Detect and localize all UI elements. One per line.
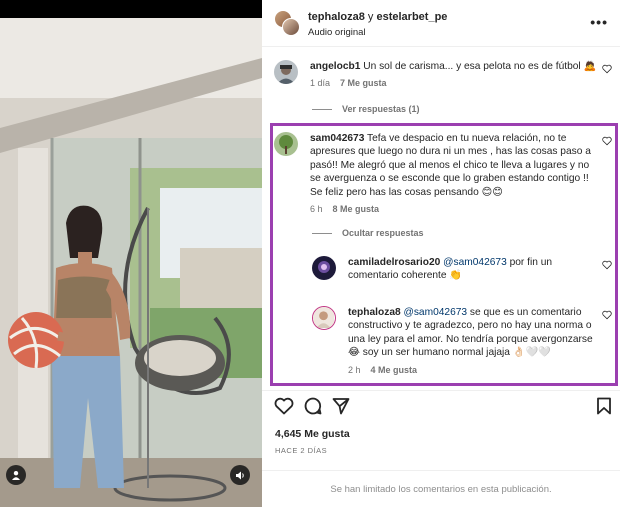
bookmark-icon[interactable] <box>596 397 612 415</box>
comment-meta: 1 día 7 Me gusta <box>310 77 600 90</box>
avatar <box>282 18 300 36</box>
view-replies-button[interactable]: Ver respuestas (1) <box>312 104 420 114</box>
share-icon[interactable] <box>332 397 350 415</box>
post-action-bar <box>274 397 612 417</box>
comments-limited-notice: Se han limitado los comentarios en esta … <box>330 484 552 495</box>
header-divider <box>262 46 620 47</box>
comment-item: angelocb1 Un sol de carisma... y esa pel… <box>274 60 612 96</box>
instagram-post-view: tephaloza8 y estelarbet_pe Audio origina… <box>0 0 620 507</box>
more-options-button[interactable]: ••• <box>590 14 608 30</box>
replies-line <box>312 108 332 110</box>
comment-username[interactable]: angelocb1 <box>310 61 360 72</box>
comment-time[interactable]: 1 día <box>310 78 330 88</box>
comment-body: angelocb1 Un sol de carisma... y esa pel… <box>310 60 600 91</box>
comment-text: Un sol de carisma... y esa pelota no es … <box>363 61 597 72</box>
video-frame <box>0 18 262 507</box>
author-username[interactable]: tephaloza8 <box>308 11 365 23</box>
heart-icon[interactable] <box>274 397 294 415</box>
top-black-bar <box>0 0 262 18</box>
view-replies-label: Ver respuestas (1) <box>342 104 420 114</box>
audio-label[interactable]: Audio original <box>308 27 366 38</box>
collab-avatars[interactable] <box>274 10 300 36</box>
post-header: tephaloza8 y estelarbet_pe Audio origina… <box>262 0 620 46</box>
actions-divider <box>262 390 620 391</box>
highlight-annotation <box>270 123 618 386</box>
heart-icon[interactable] <box>602 64 612 74</box>
author-connector: y <box>367 11 374 23</box>
avatar[interactable] <box>274 60 298 84</box>
comment-icon[interactable] <box>304 397 322 415</box>
user-tag-icon <box>12 471 20 480</box>
footer-divider <box>262 470 620 471</box>
post-authors: tephaloza8 y estelarbet_pe <box>308 11 447 23</box>
comment-likes[interactable]: 7 Me gusta <box>340 78 387 88</box>
post-date[interactable]: HACE 2 DÍAS <box>275 446 327 455</box>
collab-username[interactable]: estelarbet_pe <box>376 11 447 23</box>
post-likes-count[interactable]: 4,645 Me gusta <box>275 428 350 440</box>
avatar-image <box>274 60 298 84</box>
post-media-video[interactable] <box>0 18 262 507</box>
sound-icon <box>235 471 244 479</box>
more-icon: ••• <box>590 14 608 30</box>
sound-toggle-button[interactable] <box>230 465 250 485</box>
user-tag-button[interactable] <box>6 465 26 485</box>
